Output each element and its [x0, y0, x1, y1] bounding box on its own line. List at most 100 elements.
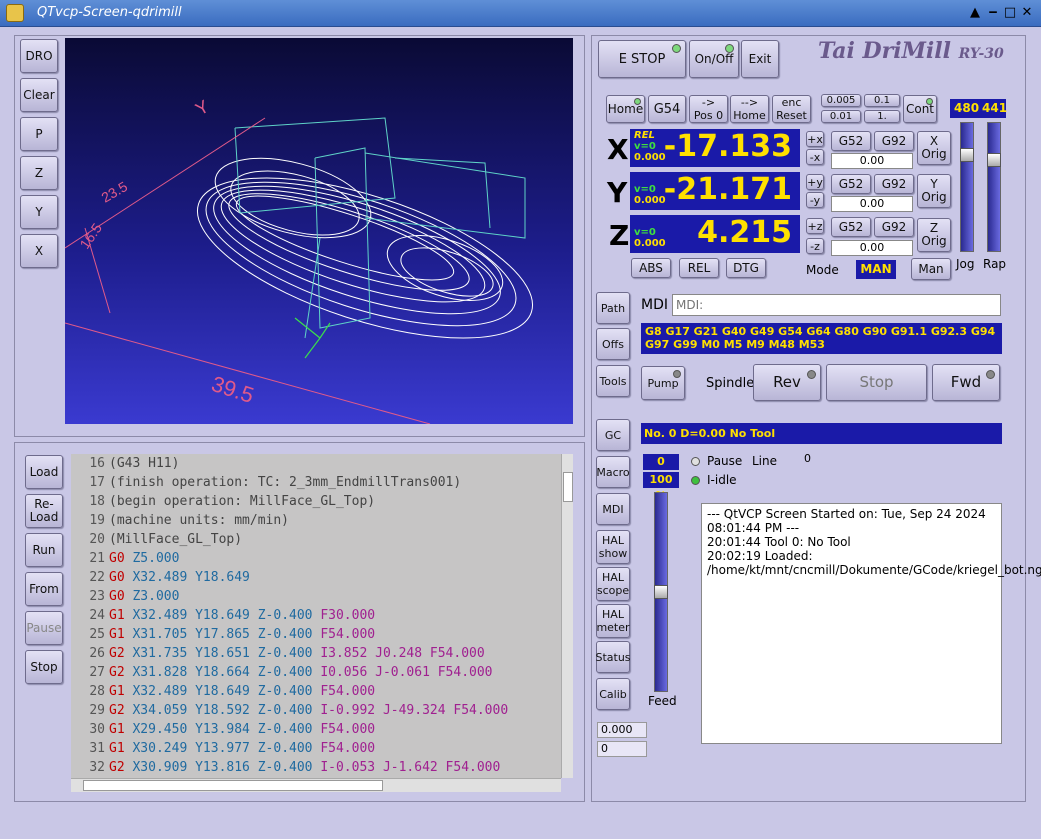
code-line[interactable]: 20 (MillFace_GL_Top)	[71, 530, 561, 549]
manual-mode-button[interactable]: Man	[911, 258, 951, 280]
dro-view-button[interactable]: DRO	[20, 39, 58, 73]
continuous-jog-button[interactable]: Cont	[903, 95, 937, 123]
code-hscrollbar[interactable]	[71, 778, 561, 792]
z-g52-button[interactable]: G52	[831, 217, 871, 237]
code-line[interactable]: 21 G0 Z5.000	[71, 549, 561, 568]
rapid-slider-handle[interactable]	[987, 153, 1001, 167]
tab-macro[interactable]: Macro	[596, 456, 630, 488]
minimize-icon[interactable]: ‒	[986, 6, 1000, 20]
tab-hal-meter[interactable]: HAL meter	[596, 604, 630, 638]
code-line[interactable]: 18 (begin operation: MillFace_GL_Top)	[71, 492, 561, 511]
increment-001[interactable]: 0.01	[821, 110, 861, 123]
code-vscrollbar[interactable]	[561, 454, 573, 778]
message-console[interactable]: --- QtVCP Screen Started on: Tue, Sep 24…	[701, 503, 1041, 744]
x-origin-button[interactable]: X Orig	[917, 131, 951, 165]
code-vscroll-thumb[interactable]	[563, 472, 573, 502]
feed-slider-handle[interactable]	[654, 585, 668, 599]
x-g92-button[interactable]: G92	[874, 131, 914, 151]
code-line[interactable]: 16 (G43 H11)	[71, 454, 561, 473]
increment-01[interactable]: 0.1	[864, 94, 900, 107]
exit-button[interactable]: Exit	[741, 40, 779, 78]
jog-y-minus-button[interactable]: -y	[806, 192, 824, 208]
y-g92-button[interactable]: G92	[874, 174, 914, 194]
home-button[interactable]: Home	[606, 95, 645, 123]
code-line[interactable]: 19 (machine units: mm/min)	[71, 511, 561, 530]
estop-button[interactable]: E STOP	[598, 40, 686, 78]
code-line[interactable]: 23 G0 Z3.000	[71, 587, 561, 606]
code-token: F54.000	[312, 684, 376, 699]
gcode-preview[interactable]: Y 23.5 16.5 39.5	[65, 38, 573, 424]
spindle-fwd-button[interactable]: Fwd	[932, 364, 1000, 401]
maximize-icon[interactable]: □	[1003, 6, 1017, 20]
code-line[interactable]: 31 G1 X30.249 Y13.977 Z-0.400 F54.000	[71, 739, 561, 758]
jog-x-minus-button[interactable]: -x	[806, 149, 824, 165]
preview-dim-x: 39.5	[208, 371, 256, 408]
tab-offsets[interactable]: Offs	[596, 328, 630, 360]
jog-y-plus-button[interactable]: +y	[806, 174, 824, 190]
code-line[interactable]: 17 (finish operation: TC: 2_3mm_EndmillTr…	[71, 473, 561, 492]
tab-calib[interactable]: Calib	[596, 678, 630, 710]
dtg-button[interactable]: DTG	[726, 258, 766, 278]
code-line[interactable]: 28 G1 X32.489 Y18.649 Z-0.400 F54.000	[71, 682, 561, 701]
jog-slider-handle[interactable]	[960, 148, 974, 162]
y-origin-button[interactable]: Y Orig	[917, 174, 951, 208]
jog-z-plus-button[interactable]: +z	[806, 218, 824, 234]
tab-gc[interactable]: GC	[596, 419, 630, 451]
code-line[interactable]: 22 G0 X32.489 Y18.649	[71, 568, 561, 587]
close-icon[interactable]: ✕	[1020, 6, 1034, 20]
machine-on-button[interactable]: On/Off	[689, 40, 739, 78]
rev-led	[807, 370, 816, 379]
tab-path[interactable]: Path	[596, 292, 630, 324]
rapid-speed-slider[interactable]	[987, 122, 1001, 252]
spindle-stop-button[interactable]: Stop	[826, 364, 927, 401]
code-line[interactable]: 25 G1 X31.705 Y17.865 Z-0.400 F54.000	[71, 625, 561, 644]
work-offset-select[interactable]: G54	[648, 95, 686, 123]
z-g92-button[interactable]: G92	[874, 217, 914, 237]
jog-z-minus-button[interactable]: -z	[806, 238, 824, 254]
reload-button[interactable]: Re- Load	[25, 494, 63, 528]
jog-speed-slider[interactable]	[960, 122, 974, 252]
code-hscroll-thumb[interactable]	[83, 780, 383, 791]
tab-tools[interactable]: Tools	[596, 365, 630, 397]
y-view-button[interactable]: Y	[20, 195, 58, 229]
abs-button[interactable]: ABS	[631, 258, 671, 278]
code-line[interactable]: 27 G2 X31.828 Y18.664 Z-0.400 I0.056 J-0.…	[71, 663, 561, 682]
pause-button[interactable]: Pause	[25, 611, 63, 645]
load-button[interactable]: Load	[25, 455, 63, 489]
tab-hal-show[interactable]: HAL show	[596, 530, 630, 564]
x-view-button[interactable]: X	[20, 234, 58, 268]
code-line[interactable]: 26 G2 X31.735 Y18.651 Z-0.400 I3.852 J0.2…	[71, 644, 561, 663]
increment-1[interactable]: 1.	[864, 110, 900, 123]
z-view-button[interactable]: Z	[20, 156, 58, 190]
y-g52-button[interactable]: G52	[831, 174, 871, 194]
enc-reset-button[interactable]: enc Reset	[772, 95, 811, 123]
tab-status[interactable]: Status	[595, 641, 631, 673]
code-line[interactable]: 32 G2 X30.909 Y13.816 Z-0.400 I-0.053 J-1…	[71, 758, 561, 777]
clear-view-button[interactable]: Clear	[20, 78, 58, 112]
feed-override-slider[interactable]	[654, 492, 668, 692]
goto-pos0-button[interactable]: -> Pos 0	[689, 95, 728, 123]
z-origin-button[interactable]: Z Orig	[917, 218, 951, 252]
stop-button[interactable]: Stop	[25, 650, 63, 684]
pump-button[interactable]: Pump	[641, 366, 685, 400]
mdi-input[interactable]	[672, 294, 1001, 316]
code-line[interactable]: 29 G2 X34.059 Y18.592 Z-0.400 I-0.992 J-4…	[71, 701, 561, 720]
goto-home-button[interactable]: --> Home	[730, 95, 769, 123]
gcode-editor[interactable]: 16 (G43 H11) 17 (finish operation: TC: 2_3m…	[71, 454, 561, 778]
p-view-button[interactable]: P	[20, 117, 58, 151]
jog-x-plus-button[interactable]: +x	[806, 131, 824, 147]
rel-button[interactable]: REL	[679, 258, 719, 278]
shade-icon[interactable]: ▲	[968, 6, 982, 20]
run-from-button[interactable]: From	[25, 572, 63, 606]
tab-mdi[interactable]: MDI	[596, 493, 630, 525]
code-line[interactable]: 24 G1 X32.489 Y18.649 Z-0.400 F30.000	[71, 606, 561, 625]
increment-0005[interactable]: 0.005	[821, 94, 861, 107]
code-line[interactable]: 30 G1 X29.450 Y13.984 Z-0.400 F54.000	[71, 720, 561, 739]
x-g52-button[interactable]: G52	[831, 131, 871, 151]
z-offset-input[interactable]: 0.00	[831, 240, 913, 256]
spindle-rev-button[interactable]: Rev	[753, 364, 821, 401]
y-offset-input[interactable]: 0.00	[831, 196, 913, 212]
x-offset-input[interactable]: 0.00	[831, 153, 913, 169]
tab-hal-scope[interactable]: HAL scope	[596, 567, 630, 601]
run-button[interactable]: Run	[25, 533, 63, 567]
